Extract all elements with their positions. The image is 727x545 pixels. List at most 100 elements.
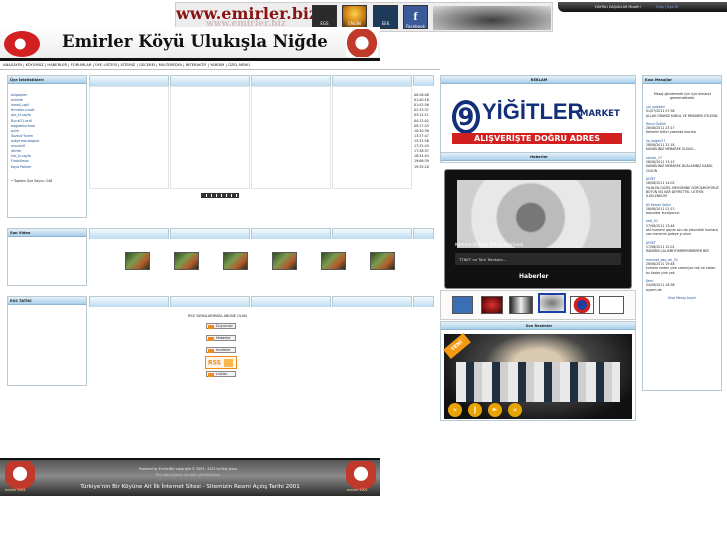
pagination-dots[interactable] — [201, 193, 239, 198]
nav-multimedya[interactable]: MULTIMEDYA — [159, 63, 182, 67]
message-text: Kemerin bittiri yazmida olacma — [646, 130, 696, 135]
message-text: kumera neden yine calsmiyor cok ne caden… — [646, 266, 716, 275]
rss-badge[interactable]: RSS — [205, 356, 237, 369]
message-text: bosunkar kurdiyonun — [646, 211, 680, 216]
banner-image — [433, 6, 551, 30]
nav-uye-listesi[interactable]: ÜYE LİSTESİ — [95, 63, 117, 67]
news-header: Haberler — [440, 152, 636, 161]
eek-label: EEK — [381, 21, 390, 26]
news-thumb[interactable] — [509, 296, 533, 314]
nav-sitemiz[interactable]: SİTEMİZ — [121, 63, 136, 67]
messages-intro: Mesaj göndermek için üye olmanız gerekme… — [653, 92, 712, 101]
messages-archive-link[interactable]: Kısa Mesaj Arşivi — [643, 296, 721, 300]
footer-note: Tüm site kullanıcı ait aittir görüntülen… — [155, 473, 221, 477]
egs-label: EGS — [320, 21, 329, 26]
nav-interaktif[interactable]: İNTERAKTİF — [186, 63, 207, 67]
play-icon[interactable]: ► — [488, 403, 502, 417]
message-text: RAMİRIN ÇALISMIYORRRRRRRRRRR BEE — [646, 249, 710, 254]
ad-banner[interactable]: 9 YİĞİTLER MARKET ALIŞVERİŞTE DOĞRU ADRE… — [452, 97, 624, 147]
rss-incelene[interactable]: İncelene — [206, 347, 236, 353]
engin-label: ENGIN — [348, 21, 361, 26]
nav-forumlar[interactable]: FORUMLAR — [71, 63, 92, 67]
rss-badge-text: RSS — [208, 359, 221, 367]
login-link[interactable]: Giriş | Üye Ol — [656, 5, 678, 9]
eek-tile[interactable]: EEK — [373, 5, 398, 29]
egs-tile[interactable]: EGS — [312, 5, 337, 29]
photo-viewer[interactable]: YENİ « ‖ ► » — [443, 333, 632, 419]
rss-label: İncelene — [216, 348, 231, 352]
news-thumb[interactable] — [570, 296, 594, 314]
messages-title: Kısa Mesajlar — [643, 76, 721, 84]
video-thumb[interactable] — [370, 252, 395, 270]
footer-copyright: Powered by EmirlerBiz copyright © 2003 -… — [139, 467, 237, 471]
video-thumb[interactable] — [272, 252, 297, 270]
nav-ozel-menu[interactable]: ÖZEL MENÜ — [228, 63, 250, 67]
members-title: Üye İstatistikleri — [8, 76, 86, 84]
video-thumb[interactable] — [125, 252, 150, 270]
video-thumb[interactable] — [321, 252, 346, 270]
footer-badge-right: emirler 2001 — [347, 488, 368, 492]
message-text: KANDİLİNİZ MEBAREK OLSUN... — [646, 147, 696, 152]
news-headline[interactable]: Kamera Sistemi Tekrar Ayarlandı — [455, 242, 523, 247]
rss-linkler[interactable]: Linkler — [206, 371, 236, 377]
market-logo-icon: 9 — [452, 100, 480, 134]
message-text: YILIN EN GÜZEL MEVSİMİNE GÖRÜŞMÜYORUZ BÜ… — [646, 185, 719, 199]
message-text: aysem de — [646, 287, 662, 292]
video-thumb[interactable] — [223, 252, 248, 270]
rss-duyurular[interactable]: Duyurular — [206, 323, 236, 329]
panel-body — [332, 86, 412, 189]
message-text: ALLAH ORAMIZ KABUL VE MEBAREK EYLESIN. — [646, 113, 719, 118]
message-text: KANDİLİNİZ MEBAREK DUALARINIZ KABUL OLSU… — [646, 164, 713, 173]
panel-tab — [170, 228, 250, 239]
facebook-icon: f — [413, 9, 418, 23]
time-value: 09:17:43 — [414, 123, 429, 128]
market-name: YİĞİTLER — [482, 99, 584, 124]
news-thumb-active[interactable] — [538, 293, 566, 313]
rss-heading: RSS YAYINLARIMIZA ABONE OLUN — [188, 314, 247, 318]
nav-yardim[interactable]: YARDIM — [210, 63, 224, 67]
nav-anasayfa[interactable]: ANASAYFA — [3, 63, 22, 67]
user-bar: HAYIRLI DAŞAKLAR Misafir! Giriş | Üye Ol — [558, 2, 727, 12]
nav-gecereı[interactable]: GECEREİ — [139, 63, 155, 67]
message-list: yal_ozleptin 01/07/2011 07:38 ALLAH ORAM… — [643, 105, 721, 292]
ad-title: REKLAM — [441, 76, 635, 84]
nav-haberler[interactable]: HABERLER — [47, 63, 67, 67]
news-slider[interactable]: Kamera Sistemi Tekrar Ayarlandı TTNET ve… — [444, 169, 632, 289]
messages-panel: Kısa Mesajlar Mesaj göndermek için üye o… — [642, 75, 722, 391]
panel-tab — [89, 296, 169, 307]
news-thumb[interactable] — [452, 296, 473, 314]
engin-tile[interactable]: ENGIN — [342, 5, 367, 29]
footer-badge-left: emirler 2001 — [5, 488, 26, 492]
rss-haberler[interactable]: Haberler — [206, 335, 236, 341]
panel-tab — [170, 296, 250, 307]
market-sub: MARKET — [580, 109, 620, 119]
photo-people — [456, 362, 620, 402]
panel-tab — [251, 75, 331, 86]
panel-tab — [413, 228, 434, 239]
message-text: ahl-humarsi gayım ocu da yolumdeli humar… — [646, 228, 719, 237]
panel-tab — [332, 228, 412, 239]
photos-title: Son Resimler — [441, 322, 635, 330]
video-title: Son Video — [8, 229, 86, 237]
pause-icon[interactable]: ‖ — [468, 403, 482, 417]
footer — [0, 458, 380, 496]
new-badge: YENİ — [443, 333, 471, 359]
video-thumb[interactable] — [174, 252, 199, 270]
rss-label: Duyurular — [216, 324, 233, 328]
news-footer-label: Haberler — [519, 273, 549, 280]
nav-koyumuz[interactable]: KÖYÜMÜZ — [26, 63, 44, 67]
panel-tab — [251, 228, 331, 239]
panel-tab — [332, 75, 412, 86]
rewind-icon[interactable]: « — [448, 403, 462, 417]
news-thumb[interactable] — [481, 296, 503, 314]
panel-body — [251, 86, 331, 189]
rss-label: Haberler — [216, 336, 231, 340]
news-title: Haberler — [441, 153, 635, 161]
news-thumb[interactable] — [599, 296, 624, 314]
time-value: 19:35:20 — [414, 164, 429, 169]
news-caption: TTNET ve Türk Telekom... — [455, 253, 621, 265]
facebook-tile[interactable]: f Facebook — [403, 5, 428, 29]
panel-body — [170, 86, 250, 189]
forward-icon[interactable]: » — [508, 403, 522, 417]
panel-tab — [413, 296, 434, 307]
